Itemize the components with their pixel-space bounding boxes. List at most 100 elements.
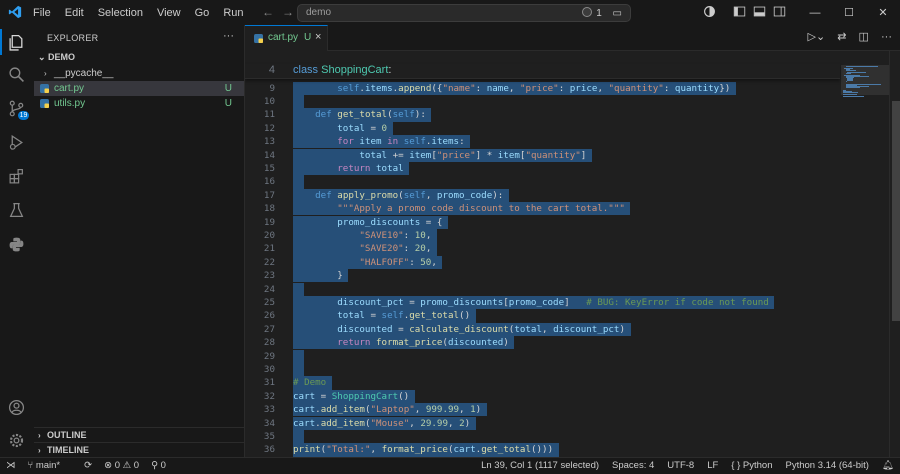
sticky-scroll-header[interactable]: 4 class ShoppingCart:: [245, 64, 840, 79]
extensions-activity[interactable]: [0, 161, 34, 191]
workspace-folder[interactable]: ⌄ DEMO: [38, 52, 75, 63]
code-line-row[interactable]: 13 for item in self.items:: [245, 135, 840, 148]
code-line-row[interactable]: 26 total = self.get_total(): [245, 309, 840, 322]
code-line-row[interactable]: 16: [245, 175, 840, 188]
tree-item-utils-py[interactable]: utils.py U: [34, 96, 244, 111]
notifications-icon[interactable]: 🔔︎: [882, 460, 894, 471]
minimize-icon[interactable]: —: [798, 7, 832, 19]
manage-activity[interactable]: [0, 425, 34, 455]
code-line: promo_discounts = {: [293, 216, 448, 229]
menu-selection[interactable]: Selection: [91, 7, 150, 19]
python-interpreter[interactable]: Python 3.14 (64-bit): [786, 460, 869, 471]
code-editor[interactable]: 4 class ShoppingCart: 9 self.items.appen…: [245, 51, 900, 457]
sync-icon[interactable]: ⟳: [84, 460, 92, 471]
tree-item-pycache[interactable]: › __pycache__: [34, 66, 244, 81]
testing-activity[interactable]: [0, 195, 34, 225]
copilot-icon[interactable]: [703, 5, 716, 18]
compare-icon[interactable]: ⇄: [837, 31, 846, 43]
code-line-row[interactable]: 31# Demo: [245, 376, 840, 389]
command-center[interactable]: demo 1 ▭: [297, 4, 631, 22]
problems-status[interactable]: ⊗ 0 ⚠ 0: [104, 460, 139, 471]
line-number: 28: [245, 336, 275, 349]
code-line-row[interactable]: 28 return format_price(discounted): [245, 336, 840, 349]
code-line-row[interactable]: 10: [245, 95, 840, 108]
code-line-row[interactable]: 15 return total: [245, 162, 840, 175]
scrollbar-thumb[interactable]: [892, 101, 900, 321]
toggle-sidebar-icon[interactable]: [733, 5, 746, 18]
outline-section[interactable]: › OUTLINE: [34, 427, 244, 443]
toggle-panel-icon[interactable]: [753, 5, 766, 18]
back-arrow-icon[interactable]: ←: [262, 5, 274, 19]
run-debug-activity[interactable]: [0, 127, 34, 157]
code-line-row[interactable]: 25 discount_pct = promo_discounts[promo_…: [245, 296, 840, 309]
code-line-row[interactable]: 23 }: [245, 269, 840, 282]
accounts-activity[interactable]: [0, 392, 34, 422]
close-window-icon[interactable]: ✕: [866, 6, 900, 19]
code-line: cart.add_item("Mouse", 29.99, 2): [293, 417, 476, 430]
menu-edit[interactable]: Edit: [58, 7, 91, 19]
code-line-row[interactable]: 20 "SAVE10": 10,: [245, 229, 840, 242]
timeline-section[interactable]: › TIMELINE: [34, 442, 244, 458]
code-line: def get_total(self):: [293, 108, 431, 121]
branch-status[interactable]: ⑂ main*: [28, 460, 73, 471]
line-number: 15: [245, 162, 275, 175]
minimap[interactable]: [841, 51, 889, 457]
code-line-row[interactable]: 14 total += item["price"] * item["quanti…: [245, 149, 840, 162]
code-line-row[interactable]: 19 promo_discounts = {: [245, 216, 840, 229]
branch-name: main*: [36, 460, 60, 471]
tree-item-cart-py[interactable]: cart.py U: [34, 81, 244, 96]
code-line-row[interactable]: 30: [245, 363, 840, 376]
agent-status[interactable]: 1 ▭: [582, 7, 622, 19]
line-number: 25: [245, 296, 275, 309]
code-line-row[interactable]: 12 total = 0: [245, 122, 840, 135]
maximize-icon[interactable]: ☐: [832, 6, 866, 19]
menu-run[interactable]: Run: [216, 7, 250, 19]
tab-cart-py[interactable]: cart.py U ×: [245, 25, 328, 51]
menu-view[interactable]: View: [150, 7, 188, 19]
code-line-row[interactable]: 24: [245, 283, 840, 296]
close-tab-icon[interactable]: ×: [315, 31, 321, 43]
chat-icon[interactable]: ▭: [613, 8, 622, 19]
code-line-row[interactable]: 9 self.items.append({"name": name, "pric…: [245, 82, 840, 95]
line-number: 4: [245, 64, 275, 76]
explorer-activity[interactable]: [0, 27, 34, 57]
python-activity[interactable]: [0, 229, 34, 259]
menu-go[interactable]: Go: [188, 7, 217, 19]
code-line-row[interactable]: 27 discounted = calculate_discount(total…: [245, 323, 840, 336]
indentation[interactable]: Spaces: 4: [612, 460, 654, 471]
code-line-row[interactable]: 17 def apply_promo(self, promo_code):: [245, 189, 840, 202]
toggle-secondary-sidebar-icon[interactable]: [773, 5, 786, 18]
line-number: 27: [245, 323, 275, 336]
code-line-row[interactable]: 32cart = ShoppingCart(): [245, 390, 840, 403]
language-mode[interactable]: { } Python: [731, 460, 772, 471]
python-file-icon: [40, 99, 49, 108]
more-actions-icon[interactable]: ···: [223, 30, 234, 42]
code-line-row[interactable]: 21 "SAVE20": 20,: [245, 242, 840, 255]
editor-tabs: cart.py U × ▷⌄ ⇄ ◫ ···: [245, 25, 900, 51]
minimap-line: [846, 87, 860, 88]
code-line-row[interactable]: 33cart.add_item("Laptop", 999.99, 1): [245, 403, 840, 416]
remote-indicator-icon[interactable]: ⋊: [6, 460, 16, 471]
source-control-activity[interactable]: 19: [0, 93, 34, 123]
vscode-logo-icon: [8, 5, 22, 19]
python-icon: [8, 236, 25, 253]
split-editor-icon[interactable]: ◫: [859, 31, 869, 43]
vertical-scrollbar[interactable]: [889, 51, 900, 457]
end-of-line[interactable]: LF: [707, 460, 718, 471]
code-line-row[interactable]: 22 "HALFOFF": 50,: [245, 256, 840, 269]
search-activity[interactable]: [0, 59, 34, 89]
cursor-position[interactable]: Ln 39, Col 1 (1117 selected): [481, 460, 599, 471]
code-line-row[interactable]: 35: [245, 430, 840, 443]
encoding[interactable]: UTF-8: [667, 460, 694, 471]
run-file-icon[interactable]: ▷⌄: [808, 31, 826, 43]
menu-file[interactable]: File: [26, 7, 58, 19]
code-line-row[interactable]: 34cart.add_item("Mouse", 29.99, 2): [245, 417, 840, 430]
code-line: [293, 95, 304, 108]
code-line-row[interactable]: 11 def get_total(self):: [245, 108, 840, 121]
more-actions-icon[interactable]: ···: [881, 31, 892, 43]
code-line-row[interactable]: 36print("Total:", format_price(cart.get_…: [245, 443, 840, 456]
ports-status[interactable]: ⚲ 0: [151, 460, 166, 471]
forward-arrow-icon[interactable]: →: [282, 5, 294, 19]
code-line-row[interactable]: 18 """Apply a promo code discount to the…: [245, 202, 840, 215]
code-line-row[interactable]: 29: [245, 350, 840, 363]
